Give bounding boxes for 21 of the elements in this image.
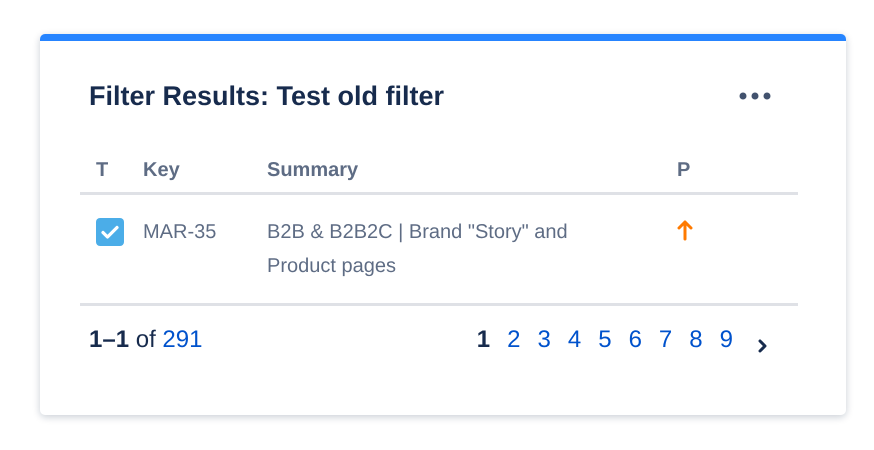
result-range: 1–1 [89,326,130,353]
page-link[interactable]: 7 [658,326,672,354]
page-link[interactable]: 5 [598,326,612,354]
page-link[interactable]: 6 [628,326,642,354]
page-link[interactable]: 3 [537,326,551,354]
page-link[interactable]: 1 [476,326,490,354]
column-header[interactable]: Key [143,159,180,181]
column-header[interactable]: P [677,159,690,181]
next-page-icon[interactable] [758,339,768,353]
page-link[interactable]: 4 [568,326,582,354]
page-link[interactable]: 8 [689,326,703,354]
issue-summary-link[interactable]: B2B & B2B2C | Brand "Story" and Product pages [267,215,631,283]
page-link[interactable]: 2 [507,326,520,354]
column-header[interactable]: T [96,159,108,181]
card-title: Filter Results: Test old filter [89,80,444,112]
page-link[interactable]: 9 [720,326,733,354]
column-header[interactable]: Summary [267,159,358,181]
total-count-link[interactable]: 291 [162,326,202,353]
issue-key-link[interactable]: MAR-35 [143,215,251,249]
of-label: of [136,326,156,353]
more-options-icon[interactable] [738,91,772,101]
